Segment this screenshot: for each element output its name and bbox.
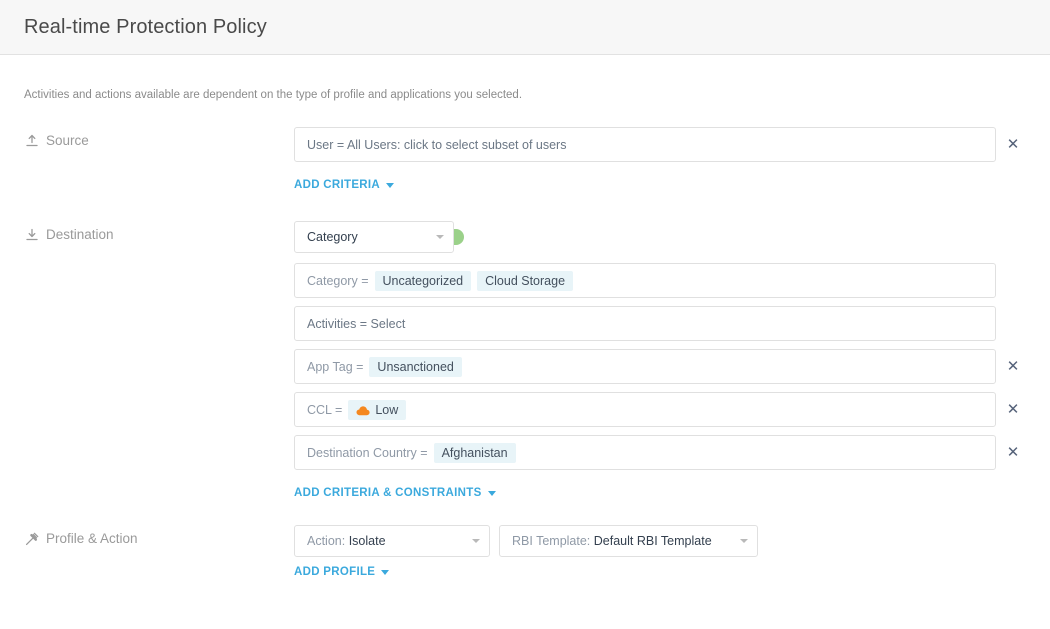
add-profile-link[interactable]: ADD PROFILE	[294, 566, 390, 578]
category-selector-row: Category	[294, 221, 1030, 253]
criteria-row: User = All Users: click to select subset…	[294, 127, 1030, 162]
criteria-chip[interactable]: Uncategorized	[374, 270, 472, 291]
destination-section-label: Destination	[24, 221, 294, 242]
chevron-down-icon	[487, 490, 496, 496]
add-criteria-constraints-link[interactable]: ADD CRITERIA & CONSTRAINTS	[294, 487, 496, 499]
rbi-template-value: Default RBI Template	[593, 534, 712, 548]
profile-action-content: Action: Isolate RBI Template: Default RB…	[294, 525, 1030, 580]
action-select[interactable]: Action: Isolate	[294, 525, 490, 557]
destination-activities-criteria[interactable]: Activities = Select	[294, 306, 996, 341]
criteria-row: Activities = Select	[294, 306, 1030, 341]
criteria-row: App Tag = Unsanctioned ✕	[294, 349, 1030, 384]
upload-icon	[24, 133, 39, 148]
criteria-key: CCL =	[307, 402, 343, 417]
criteria-row: CCL = Low ✕	[294, 392, 1030, 427]
action-select-value: Isolate	[348, 534, 386, 548]
rbi-template-select[interactable]: RBI Template: Default RBI Template	[499, 525, 758, 557]
add-profile-label: ADD PROFILE	[294, 566, 376, 578]
criteria-key: Destination Country =	[307, 445, 428, 460]
criteria-row: Destination Country = Afghanistan ✕	[294, 435, 1030, 470]
destination-country-criteria[interactable]: Destination Country = Afghanistan	[294, 435, 996, 470]
add-criteria-label: ADD CRITERIA	[294, 179, 381, 191]
criteria-text: User = All Users: click to select subset…	[307, 137, 567, 152]
chevron-down-icon	[386, 182, 395, 188]
add-criteria-constraints-label: ADD CRITERIA & CONSTRAINTS	[294, 487, 482, 499]
gavel-icon	[24, 531, 39, 546]
destination-category-criteria[interactable]: Category = Uncategorized Cloud Storage	[294, 263, 996, 298]
action-selectors-row: Action: Isolate RBI Template: Default RB…	[294, 525, 1030, 557]
help-text: Activities and actions available are dep…	[24, 89, 523, 101]
remove-criteria-button[interactable]: ✕	[996, 359, 1030, 374]
chevron-down-icon	[436, 235, 444, 239]
criteria-text: Activities = Select	[307, 316, 406, 331]
destination-app-tag-criteria[interactable]: App Tag = Unsanctioned	[294, 349, 996, 384]
profile-action-label-text: Profile & Action	[46, 531, 138, 546]
chevron-down-icon	[472, 539, 480, 543]
source-section: Source User = All Users: click to select…	[24, 127, 1030, 193]
source-label-text: Source	[46, 133, 89, 148]
destination-section: Destination Category Category = Uncatego…	[24, 221, 1030, 501]
page-body: Activities and actions available are dep…	[0, 89, 1050, 580]
criteria-key: App Tag =	[307, 359, 364, 374]
chevron-down-icon	[381, 569, 390, 575]
remove-criteria-button[interactable]: ✕	[996, 137, 1030, 152]
criteria-chip[interactable]: Afghanistan	[433, 442, 516, 463]
destination-ccl-criteria[interactable]: CCL = Low	[294, 392, 996, 427]
criteria-key: Category =	[307, 273, 369, 288]
profile-action-section-label: Profile & Action	[24, 525, 294, 546]
add-criteria-link-source[interactable]: ADD CRITERIA	[294, 179, 395, 191]
source-user-criteria[interactable]: User = All Users: click to select subset…	[294, 127, 996, 162]
action-select-label: Action:	[307, 534, 346, 548]
page-title: Real-time Protection Policy	[24, 15, 267, 38]
remove-criteria-button[interactable]: ✕	[996, 402, 1030, 417]
profile-action-section: Profile & Action Action: Isolate RBI Tem…	[24, 525, 1030, 580]
criteria-chip-label: Low	[375, 402, 399, 417]
criteria-chip[interactable]: Unsanctioned	[369, 356, 462, 377]
page-header: Real-time Protection Policy	[0, 0, 1050, 55]
remove-criteria-button[interactable]: ✕	[996, 445, 1030, 460]
destination-content: Category Category = Uncategorized Cloud …	[294, 221, 1030, 501]
destination-label-text: Destination	[46, 227, 114, 242]
chevron-down-icon	[740, 539, 748, 543]
category-select-value: Category	[307, 230, 358, 244]
rbi-template-label: RBI Template:	[512, 534, 591, 548]
category-select[interactable]: Category	[294, 221, 454, 253]
criteria-chip[interactable]: Cloud Storage	[477, 270, 574, 291]
source-section-label: Source	[24, 127, 294, 148]
download-icon	[24, 227, 39, 242]
cloud-icon	[356, 405, 370, 415]
criteria-chip[interactable]: Low	[348, 399, 407, 420]
criteria-row: Category = Uncategorized Cloud Storage	[294, 263, 1030, 298]
source-content: User = All Users: click to select subset…	[294, 127, 1030, 193]
